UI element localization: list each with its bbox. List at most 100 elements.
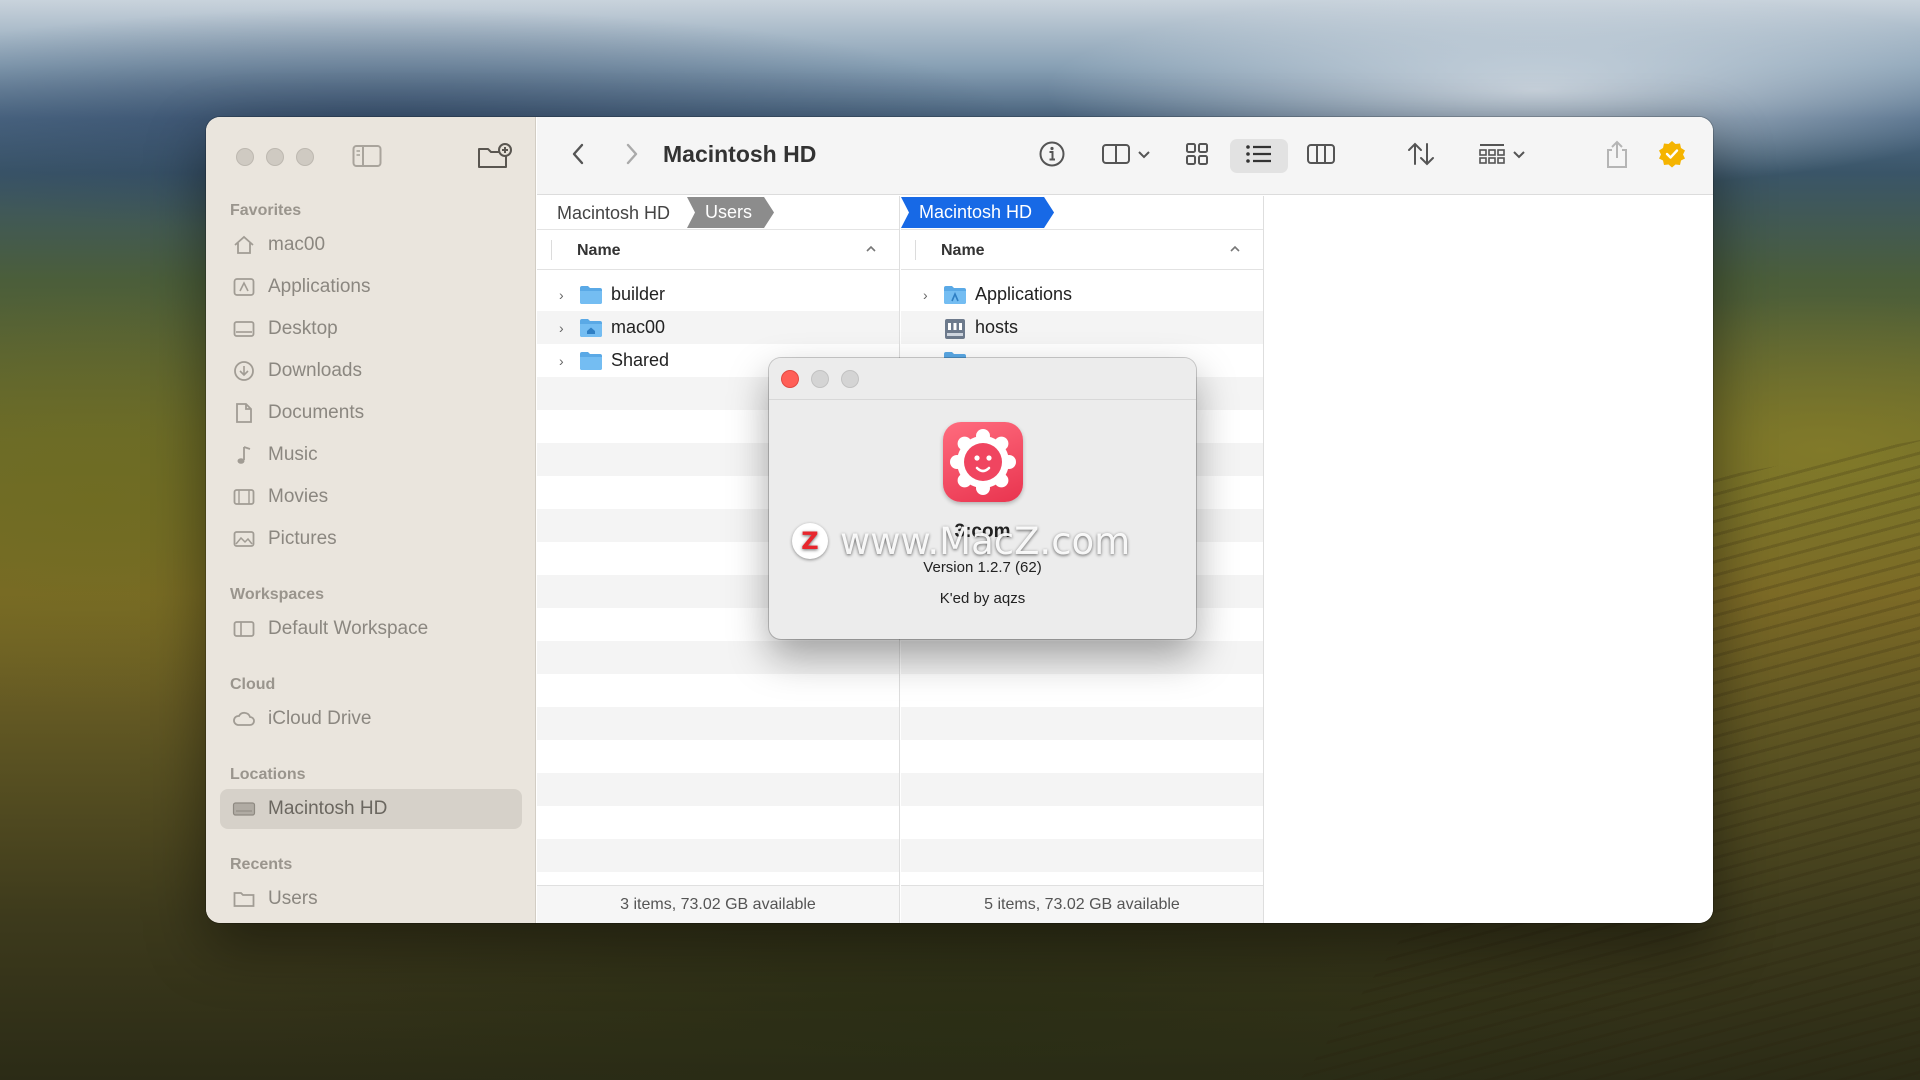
favorites-heading: Favorites	[230, 202, 302, 219]
recents-heading: Recents	[230, 856, 293, 873]
header-label: Name	[577, 242, 621, 259]
sidebar-item-movies[interactable]: Movies	[220, 477, 522, 517]
new-folder-icon[interactable]	[476, 142, 512, 170]
sidebar-item-label: Movies	[268, 486, 329, 507]
watermark-logo-icon: Z	[792, 523, 828, 559]
forward-button[interactable]	[619, 139, 645, 173]
empty-row	[901, 839, 1263, 872]
verified-badge-button[interactable]	[1656, 139, 1688, 173]
sidebar-item-macintosh-hd[interactable]: Macintosh HD	[220, 789, 522, 829]
empty-row	[901, 707, 1263, 740]
get-info-button[interactable]	[1035, 139, 1069, 173]
sidebar-item-applications[interactable]: Applications	[220, 267, 522, 307]
sidebar-item-desktop[interactable]: Desktop	[220, 309, 522, 349]
sort-arrows-icon	[1406, 141, 1436, 172]
sidebar-item-downloads[interactable]: Downloads	[220, 351, 522, 391]
cloud-heading: Cloud	[230, 676, 276, 693]
file-name: Shared	[611, 350, 670, 370]
column-view-button[interactable]	[1303, 139, 1339, 173]
sidebar-toggle-icon[interactable]	[352, 144, 382, 168]
empty-row	[901, 806, 1263, 839]
locations-heading: Locations	[230, 766, 306, 783]
sidebar-item-icloud-drive[interactable]: iCloud Drive	[220, 699, 522, 739]
disk-icon	[232, 797, 256, 821]
column-header-name[interactable]: Name	[537, 230, 899, 270]
dialog-minimize-button	[811, 370, 829, 388]
applications-folder-icon	[943, 285, 967, 305]
watermark-badge-letter: Z	[801, 527, 819, 555]
grid-icon	[1184, 141, 1210, 172]
app-icon	[943, 422, 1023, 502]
split-view-icon	[1101, 142, 1131, 171]
sidebar-item-users[interactable]: Users	[220, 879, 522, 919]
group-by-button[interactable]	[1473, 139, 1531, 173]
list-item[interactable]: › Applications	[901, 278, 1263, 311]
empty-row	[901, 674, 1263, 707]
sidebar-item-label: Users	[268, 888, 318, 909]
list-view-button[interactable]	[1230, 139, 1288, 173]
folder-icon	[579, 285, 603, 305]
list-item[interactable]: › hosts	[901, 311, 1263, 344]
sidebar-item-music[interactable]: Music	[220, 435, 522, 475]
workspace-icon	[232, 617, 256, 641]
list-icon	[1245, 143, 1273, 170]
empty-row	[901, 641, 1263, 674]
chevron-left-icon	[571, 142, 585, 171]
list-item[interactable]: › builder	[537, 278, 899, 311]
watermark-text: www.MacZ.com	[840, 519, 1131, 563]
zoom-button[interactable]	[296, 148, 314, 166]
sidebar-item-label: Documents	[268, 402, 365, 423]
empty-row	[537, 773, 899, 806]
sidebar-item-label: mac00	[268, 234, 326, 255]
breadcrumb-current[interactable]: Macintosh HD	[901, 197, 1054, 228]
close-button[interactable]	[236, 148, 254, 166]
minimize-button[interactable]	[266, 148, 284, 166]
document-icon	[232, 401, 256, 425]
empty-row	[537, 839, 899, 872]
disclosure-chevron-icon[interactable]: ›	[559, 353, 573, 369]
disclosure-chevron-icon[interactable]: ›	[559, 287, 573, 303]
disclosure-chevron-icon[interactable]: ›	[559, 320, 573, 336]
home-icon	[232, 233, 256, 257]
sidebar-item-pictures[interactable]: Pictures	[220, 519, 522, 559]
sidebar-item-home[interactable]: mac00	[220, 225, 522, 265]
empty-row	[537, 740, 899, 773]
column-header-name[interactable]: Name	[901, 230, 1263, 270]
breadcrumb-root[interactable]: Macintosh HD	[557, 203, 670, 224]
folder-icon	[579, 351, 603, 371]
sort-button[interactable]	[1403, 139, 1439, 173]
preview-pane-button[interactable]	[1095, 139, 1157, 173]
about-dialog: 3:com Version 1.2.7 (62) K'ed by aqzs	[769, 358, 1196, 639]
toolbar: Macintosh HD	[537, 117, 1713, 195]
file-name: builder	[611, 284, 666, 304]
window-title: Macintosh HD	[663, 141, 817, 167]
icon-view-button[interactable]	[1179, 139, 1215, 173]
header-label: Name	[941, 242, 985, 259]
pictures-icon	[232, 527, 256, 551]
info-icon	[1038, 140, 1066, 173]
sidebar-item-label: Default Workspace	[268, 618, 429, 639]
file-name: mac00	[611, 317, 666, 337]
breadcrumb-current[interactable]: Users	[687, 197, 774, 228]
list-item[interactable]: › mac00	[537, 311, 899, 344]
file-name: hosts	[975, 317, 1019, 337]
home-folder-icon	[579, 318, 603, 338]
hosts-file-icon	[943, 318, 967, 339]
sidebar-item-default-workspace[interactable]: Default Workspace	[220, 609, 522, 649]
window-controls	[236, 148, 314, 166]
movies-icon	[232, 485, 256, 509]
sidebar-item-label: Music	[268, 444, 318, 465]
empty-row	[537, 707, 899, 740]
music-icon	[232, 443, 256, 467]
downloads-icon	[232, 359, 256, 383]
sidebar-item-label: Pictures	[268, 528, 337, 549]
share-button[interactable]	[1601, 139, 1633, 173]
applications-icon	[232, 275, 256, 299]
sidebar-item-documents[interactable]: Documents	[220, 393, 522, 433]
dialog-close-button[interactable]	[781, 370, 799, 388]
disclosure-chevron-icon[interactable]: ›	[923, 287, 937, 303]
back-button[interactable]	[565, 139, 591, 173]
chevron-down-icon	[1137, 147, 1151, 165]
sidebar: Favorites mac00 Applications Desktop Dow…	[206, 117, 536, 923]
cloud-icon	[232, 707, 256, 731]
